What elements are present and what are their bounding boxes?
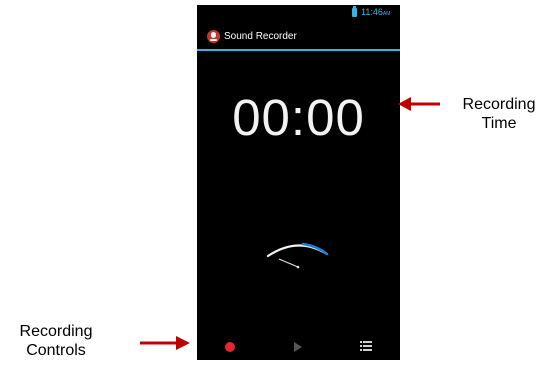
phone-screen: 11:46AM Sound Recorder 00:00 [197,5,400,360]
status-time: 11:46AM [361,7,390,17]
status-bar: 11:46AM [197,5,400,22]
recording-controls-label: Recording Controls [0,322,112,360]
recording-timer: 00:00 [232,89,365,146]
app-title: Sound Recorder [224,31,297,42]
recording-time-arrow [398,97,440,111]
recording-controls [197,330,400,360]
recording-time-label-text: Recording Time [462,96,536,132]
record-button[interactable] [210,330,250,360]
list-icon [360,341,372,352]
play-icon [294,342,302,352]
action-bar: Sound Recorder [197,23,400,51]
microphone-icon[interactable] [207,30,220,43]
annotated-screenshot: 11:46AM Sound Recorder 00:00 Recording T… [0,0,550,370]
status-time-value: 11:46 [361,7,383,17]
recordings-list-button[interactable] [347,330,387,360]
battery-icon [352,6,357,17]
status-ampm: AM [382,11,391,17]
play-button[interactable] [277,330,317,360]
recording-controls-arrow [140,336,190,350]
record-icon [225,342,235,352]
recording-controls-label-text: Recording Controls [19,323,93,359]
recording-time-label: Recording Time [444,95,550,133]
level-meter-icon [266,242,329,269]
